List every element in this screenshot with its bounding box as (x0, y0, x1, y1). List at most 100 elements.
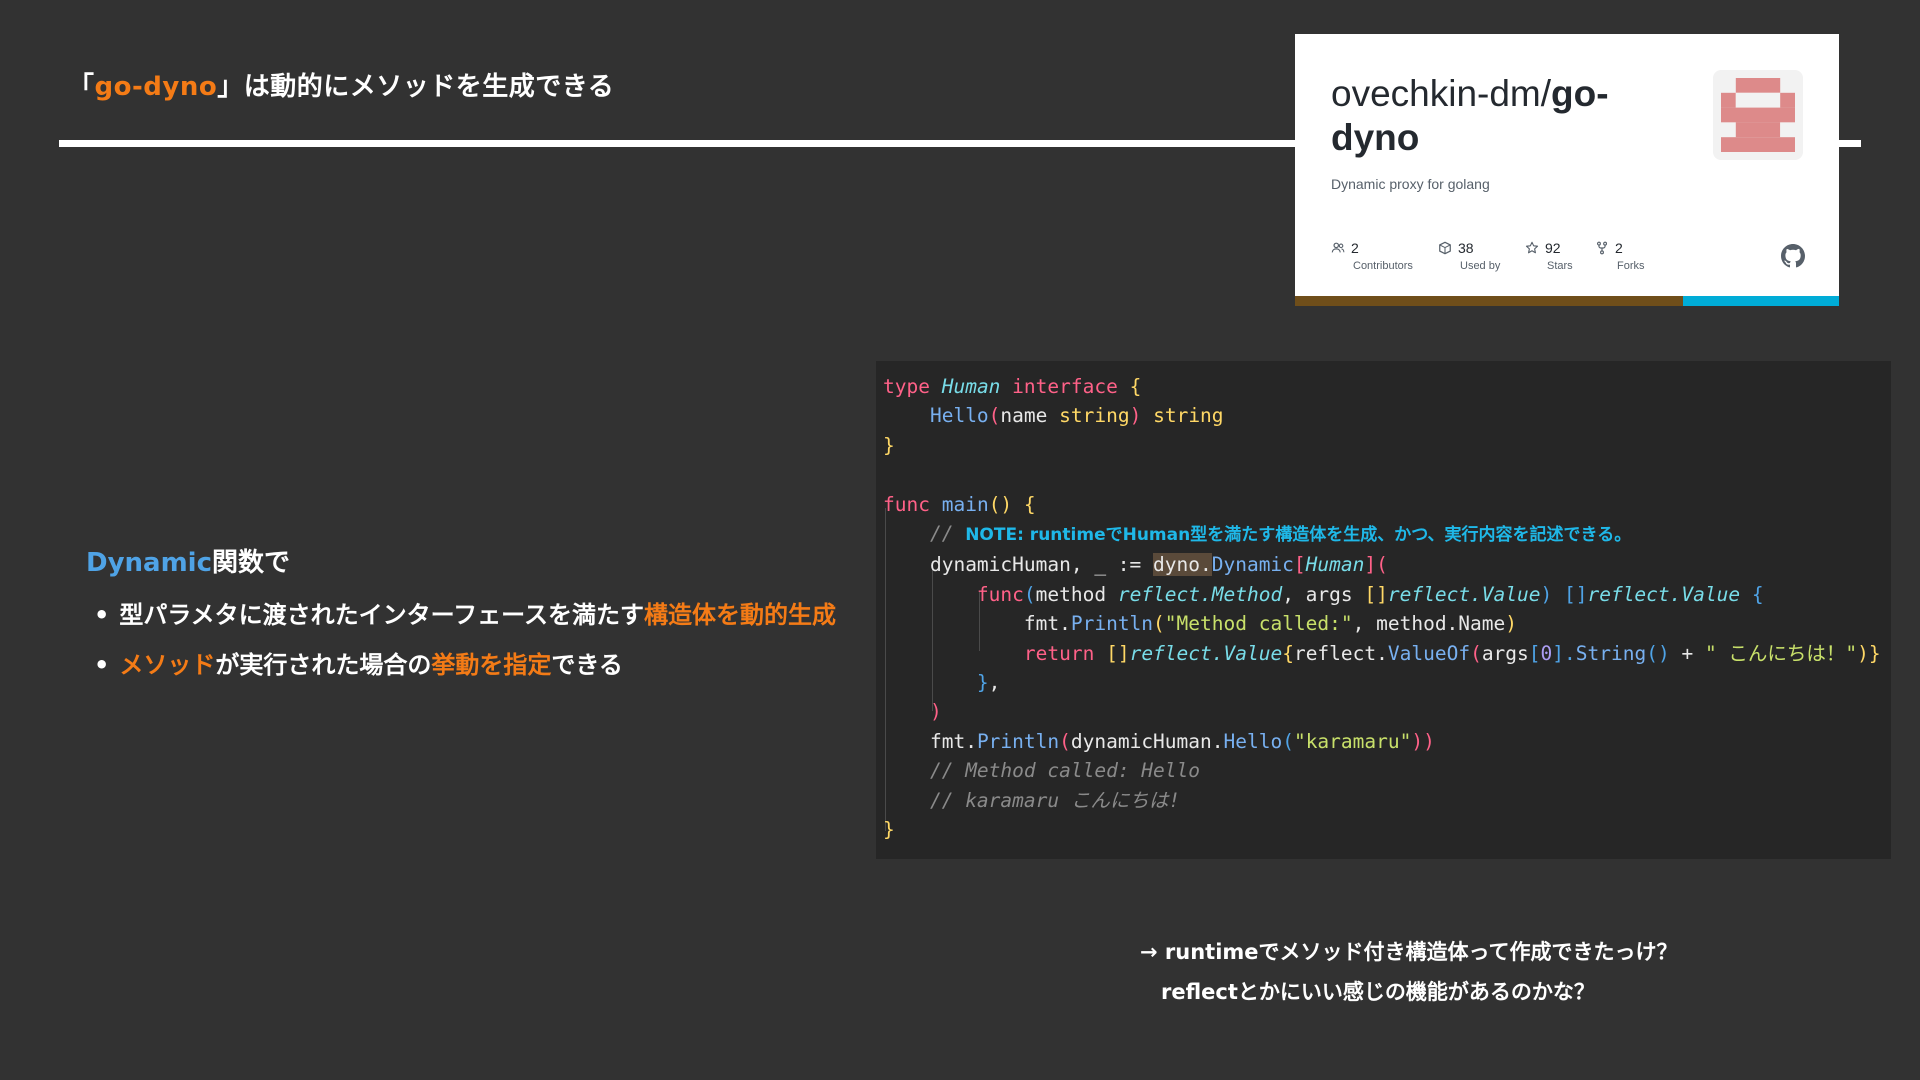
code-token: return (1023, 641, 1095, 665)
bullet-item-2: • メソッドが実行された場合の挙動を指定できる (94, 645, 623, 680)
code-token: Human (941, 375, 1001, 398)
code-token: args (1481, 641, 1529, 665)
code-token: reflect.Value (1129, 641, 1283, 665)
code-token: " こんにちは！" (1704, 641, 1858, 665)
code-token: func (976, 582, 1024, 606)
code-token: [] (1563, 582, 1588, 606)
bullet-dot: • (94, 651, 110, 679)
code-token: ( (1282, 729, 1294, 753)
card-accent-bar-left (1295, 296, 1683, 306)
stat-contributors[interactable]: 2 Contributors (1331, 240, 1421, 272)
lead-rest: 関数で (212, 548, 291, 578)
code-token: ( (1376, 553, 1388, 577)
title-highlight: go-dyno (94, 72, 218, 102)
stat-label: Contributors (1353, 260, 1413, 272)
arrow-right-icon: → (1140, 940, 1158, 964)
code-token: "Method called:" (1164, 612, 1353, 636)
code-token: // (929, 522, 966, 546)
code-token: reflect.Method (1117, 582, 1283, 606)
code-token: ( (1023, 582, 1036, 606)
footer-text-1: runtimeでメソッド付き構造体って作成できたっけ？ (1164, 940, 1678, 964)
code-token: } (976, 671, 989, 695)
code-token: "karamaru" (1293, 729, 1412, 753)
code-token: ) (1540, 582, 1564, 606)
code-token: interface (1012, 375, 1118, 398)
code-token: Println (1070, 612, 1154, 636)
code-comment-note: NOTE: runtimeでHuman型を満たす構造体を生成、かつ、実行内容を記… (965, 525, 1632, 546)
code-token: , (988, 671, 1001, 695)
stat-label: Used by (1460, 260, 1501, 272)
code-token: Hello (929, 404, 989, 428)
code-token: dynamicHuman. (1070, 729, 1224, 753)
card-accent-bar-right (1683, 296, 1839, 306)
stat-value: 2 (1615, 240, 1623, 256)
code-token: 0 (1540, 641, 1553, 665)
code-token: ( (1470, 641, 1482, 665)
footer-note-1: → runtimeでメソッド付き構造体って作成できたっけ？ (1140, 936, 1678, 966)
bullet-text-end: できる (551, 651, 623, 679)
stat-used-by[interactable]: 38 Used by (1438, 240, 1528, 272)
repo-owner: ovechkin-dm/ (1331, 73, 1552, 114)
footer-text-2: reflectとかにいい感じの機能があるのかな？ (1161, 980, 1595, 1004)
code-token: { (1282, 641, 1294, 665)
bullet-highlight: 構造体を動的生成 (643, 601, 836, 629)
star-icon (1525, 241, 1539, 254)
code-token: () (988, 492, 1013, 516)
code-token: , args (1282, 582, 1365, 606)
code-token: ( (1153, 612, 1165, 636)
code-text: type Human interface { Hello(name string… (883, 372, 1881, 845)
bullet-item-1: • 型パラメタに渡されたインターフェースを満たす構造体を動的生成 (94, 595, 836, 630)
fork-icon (1596, 241, 1608, 255)
code-token: )) (1411, 729, 1435, 753)
footer-note-2: reflectとかにいい感じの機能があるのかな？ (1161, 976, 1595, 1006)
code-token: Human (1305, 553, 1365, 577)
code-token: string (1153, 404, 1224, 428)
bullet-text: が実行された場合の (215, 651, 432, 679)
code-token: { (1129, 375, 1142, 398)
slide-title: 「go-dyno」は動的にメソッドを生成できる (68, 66, 614, 103)
code-token: ] (1364, 553, 1377, 577)
repo-name-part2: dyno (1331, 117, 1420, 158)
code-comment: // Method called: Hello (929, 759, 1200, 783)
code-token: ValueOf (1387, 641, 1471, 665)
code-token: ]. (1552, 641, 1576, 665)
code-token: () (1646, 641, 1670, 665)
code-token: { (1740, 582, 1764, 606)
code-block[interactable]: type Human interface { Hello(name string… (876, 361, 1891, 859)
code-token: main (941, 492, 989, 516)
code-token: } (883, 433, 895, 457)
code-token: )} (1857, 641, 1881, 665)
repo-description: Dynamic proxy for golang (1331, 176, 1490, 192)
repo-name[interactable]: ovechkin-dm/go-dyno (1331, 72, 1651, 160)
code-token: Println (976, 729, 1060, 753)
code-token: dyno. (1153, 553, 1212, 577)
code-token: type (883, 375, 930, 398)
code-token: ( (988, 404, 1001, 428)
code-comment: // karamaru こんにちは! (929, 788, 1181, 812)
code-token: Hello (1223, 729, 1283, 753)
code-token: method (1035, 582, 1118, 606)
stat-value: 2 (1351, 240, 1359, 256)
github-logo-icon[interactable] (1781, 244, 1805, 268)
code-token: name (1000, 404, 1048, 428)
code-token: + (1669, 641, 1705, 665)
bullet-highlight: メソッド (119, 651, 216, 679)
code-token: string (1059, 404, 1130, 428)
code-token: reflect. (1293, 641, 1388, 665)
code-token: ) (1129, 404, 1142, 428)
bullet-highlight-2: 挙動を指定 (431, 651, 552, 679)
code-token: func (883, 492, 930, 516)
code-token: [ (1293, 553, 1306, 577)
stat-value: 38 (1458, 240, 1474, 256)
stat-forks[interactable]: 2 Forks (1595, 240, 1685, 272)
code-token: ) (929, 700, 942, 724)
title-rest: 」は動的にメソッドを生成できる (217, 72, 615, 102)
title-bracket-open: 「 (68, 72, 95, 102)
github-repo-card[interactable]: ovechkin-dm/go-dyno Dynamic proxy for go… (1295, 34, 1839, 306)
code-token: dynamicHuman, _ := (929, 553, 1154, 577)
code-token: Dynamic (1211, 553, 1294, 577)
code-token: } (883, 818, 895, 842)
code-token: [] (1094, 641, 1130, 665)
code-token: [ (1528, 641, 1541, 665)
lead-highlight: Dynamic (86, 548, 213, 578)
